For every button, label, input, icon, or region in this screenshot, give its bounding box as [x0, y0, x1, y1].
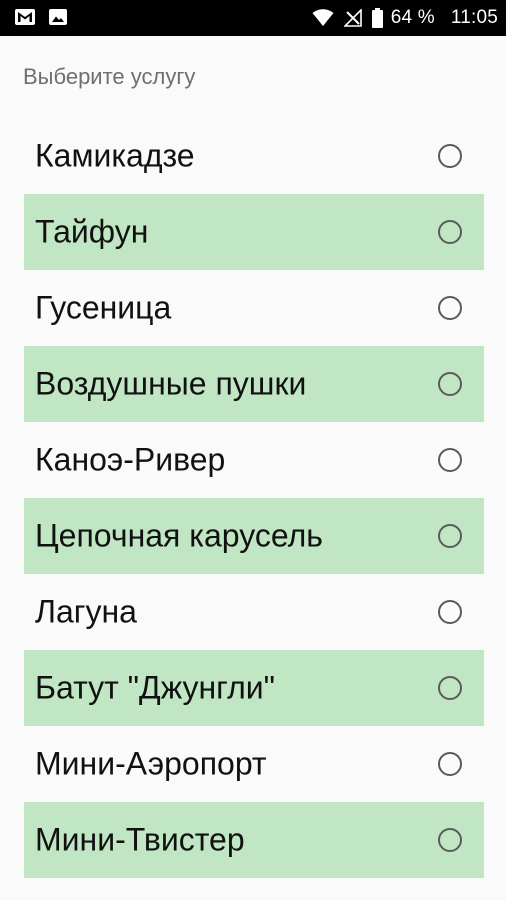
status-bar: 64 % 11:05 [0, 0, 506, 36]
service-label: Лагуна [35, 593, 137, 630]
service-item-chain-carousel[interactable]: Цепочная карусель [24, 498, 484, 574]
service-label: Тайфун [35, 213, 149, 250]
radio-button[interactable] [438, 600, 462, 624]
system-indicators: 64 % 11:05 [312, 0, 498, 36]
service-item-laguna[interactable]: Лагуна [24, 574, 484, 650]
battery-percent: 64 % [390, 7, 435, 28]
service-item-jungle-trampoline[interactable]: Батут "Джунгли" [24, 650, 484, 726]
service-label: Камикадзе [35, 137, 195, 174]
radio-button[interactable] [438, 448, 462, 472]
image-icon [48, 8, 70, 26]
battery-icon [371, 8, 383, 28]
service-item-taifun[interactable]: Тайфун [24, 194, 484, 270]
service-item-mini-airport[interactable]: Мини-Аэропорт [24, 726, 484, 802]
clock: 11:05 [450, 7, 498, 28]
radio-button[interactable] [438, 676, 462, 700]
service-item-gusenitsa[interactable]: Гусеница [24, 270, 484, 346]
gmail-icon [14, 8, 36, 26]
radio-button[interactable] [438, 144, 462, 168]
wifi-icon [312, 9, 334, 27]
service-label: Батут "Джунгли" [35, 669, 275, 706]
page-title: Выберите услугу [23, 64, 196, 89]
service-label: Мини-Аэропорт [35, 745, 267, 782]
radio-button[interactable] [438, 752, 462, 776]
service-label: Гусеница [35, 289, 172, 326]
service-item-air-cannons[interactable]: Воздушные пушки [24, 346, 484, 422]
notification-icons [14, 8, 70, 26]
service-item-kamikadze[interactable]: Камикадзе [24, 118, 484, 194]
service-list: Камикадзе Тайфун Гусеница Воздушные пушк… [24, 118, 484, 878]
service-label: Каноэ-Ривер [35, 441, 226, 478]
service-label: Воздушные пушки [35, 365, 307, 402]
radio-button[interactable] [438, 296, 462, 320]
service-label: Мини-Твистер [35, 821, 245, 858]
radio-button[interactable] [438, 220, 462, 244]
radio-button[interactable] [438, 524, 462, 548]
no-signal-icon [343, 9, 362, 27]
service-item-canoe-river[interactable]: Каноэ-Ривер [24, 422, 484, 498]
radio-button[interactable] [438, 828, 462, 852]
service-label: Цепочная карусель [35, 517, 323, 554]
radio-button[interactable] [438, 372, 462, 396]
service-item-mini-twister[interactable]: Мини-Твистер [24, 802, 484, 878]
